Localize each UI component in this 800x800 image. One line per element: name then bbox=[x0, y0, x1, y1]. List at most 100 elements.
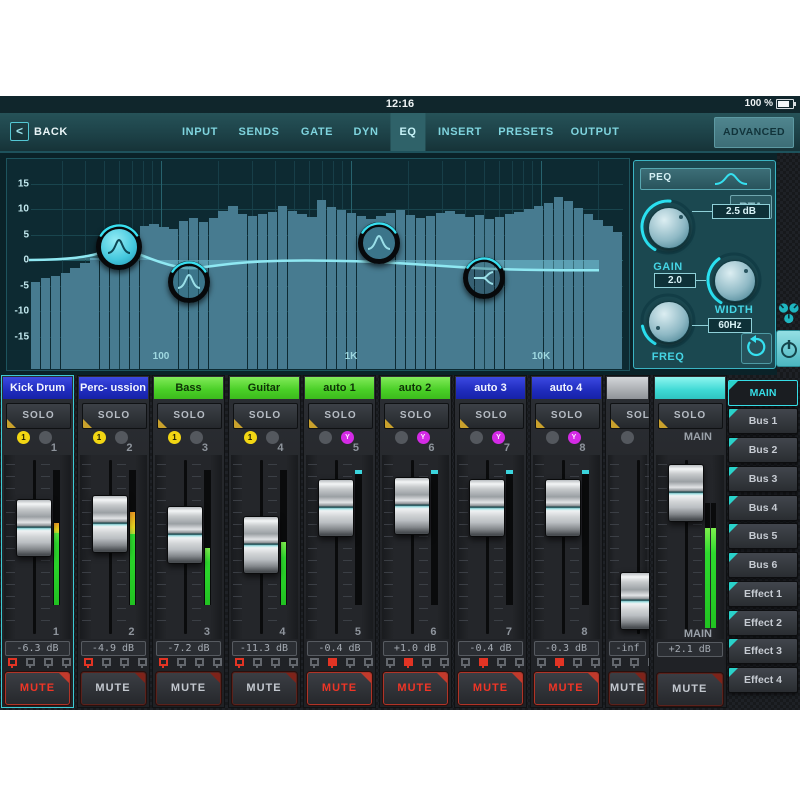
channel-name-label[interactable]: Perc- ussion bbox=[79, 377, 148, 399]
back-chevron-icon: < bbox=[10, 122, 29, 141]
eq-node-3[interactable] bbox=[358, 222, 400, 264]
fader-cap[interactable] bbox=[394, 477, 430, 535]
sidebar-item-bus-4[interactable]: Bus 4 bbox=[728, 495, 798, 521]
freq-knob[interactable] bbox=[639, 292, 697, 350]
freq-knob-face[interactable] bbox=[648, 301, 690, 343]
channel-name-label[interactable]: Kick Drum bbox=[3, 377, 72, 399]
mute-button[interactable]: MUTE bbox=[657, 673, 724, 706]
channel-name-label[interactable]: auto 1 bbox=[305, 377, 374, 399]
mute-button[interactable]: MUTE bbox=[232, 672, 297, 705]
gain-knob-face[interactable] bbox=[648, 207, 690, 249]
channel-name-label[interactable]: auto 2 bbox=[381, 377, 450, 399]
fader-cap[interactable] bbox=[167, 506, 203, 564]
tab-eq[interactable]: EQ bbox=[390, 113, 425, 151]
mute-button[interactable]: MUTE bbox=[156, 672, 221, 705]
advanced-button[interactable]: ADVANCED bbox=[714, 117, 794, 148]
solo-button[interactable]: SOLO bbox=[308, 403, 373, 429]
fader-cap[interactable] bbox=[620, 572, 650, 630]
back-button[interactable]: < BACK bbox=[10, 122, 68, 141]
mute-button[interactable]: MUTE bbox=[609, 672, 646, 705]
fader-cap[interactable] bbox=[318, 479, 354, 537]
meter-peak-segment bbox=[54, 523, 59, 533]
mini-knobs-button[interactable] bbox=[777, 301, 800, 327]
channel-name-label[interactable]: Bass bbox=[154, 377, 223, 399]
freq-value[interactable]: 60Hz bbox=[708, 318, 752, 333]
mute-button[interactable]: MUTE bbox=[307, 672, 372, 705]
sidebar-item-effect-1[interactable]: Effect 1 bbox=[728, 581, 798, 607]
sidebar-item-effect-4[interactable]: Effect 4 bbox=[728, 667, 798, 693]
power-button[interactable] bbox=[776, 330, 800, 367]
bus-assign-square bbox=[138, 658, 147, 666]
sidebar-item-bus-5[interactable]: Bus 5 bbox=[728, 523, 798, 549]
sidebar-item-effect-2[interactable]: Effect 2 bbox=[728, 610, 798, 636]
meter-peak-hold-tick bbox=[431, 470, 438, 474]
tab-input[interactable]: INPUT bbox=[173, 113, 227, 151]
mute-button[interactable]: MUTE bbox=[383, 672, 448, 705]
solo-button[interactable]: SOLO bbox=[384, 403, 449, 429]
fader-cap[interactable] bbox=[469, 479, 505, 537]
fader-cap[interactable] bbox=[545, 479, 581, 537]
channel-name-label[interactable] bbox=[655, 377, 726, 399]
back-label: BACK bbox=[34, 126, 68, 138]
channel-name-label[interactable] bbox=[607, 377, 648, 399]
eq-node-2[interactable] bbox=[168, 261, 210, 303]
solo-button[interactable]: SOLO bbox=[6, 403, 71, 429]
battery-icon bbox=[776, 99, 794, 109]
channel-name-label[interactable]: auto 4 bbox=[532, 377, 601, 399]
mute-button[interactable]: MUTE bbox=[458, 672, 523, 705]
bus-assign-square bbox=[213, 658, 222, 666]
eq-type-dropdown[interactable]: PEQ bbox=[640, 168, 771, 190]
tab-presets[interactable]: PRESETS bbox=[489, 113, 563, 151]
mute-button[interactable]: MUTE bbox=[5, 672, 70, 705]
reset-icon bbox=[742, 334, 769, 361]
width-label: WIDTH bbox=[715, 304, 754, 316]
eq-params-panel: PEQ RTA GAIN 2.5 dB WIDTH 2.0 bbox=[633, 160, 776, 369]
meter-peak-hold-tick bbox=[506, 470, 513, 474]
fader-cap[interactable] bbox=[92, 495, 128, 553]
solo-button[interactable]: SOLO bbox=[233, 403, 298, 429]
gray-indicator-dot bbox=[546, 431, 559, 444]
tab-dyn[interactable]: DYN bbox=[344, 113, 387, 151]
eq-node-1[interactable] bbox=[96, 224, 142, 270]
tab-sends[interactable]: SENDS bbox=[230, 113, 289, 151]
channel-strip: auto 3SOLOY77-0.4 dBMUTE bbox=[454, 375, 527, 708]
sidebar-item-bus-6[interactable]: Bus 6 bbox=[728, 552, 798, 578]
width-knob-face[interactable] bbox=[714, 260, 756, 302]
gain-label: GAIN bbox=[653, 261, 683, 273]
fader-cap[interactable] bbox=[668, 464, 704, 522]
freq-label: FREQ bbox=[652, 351, 685, 363]
reset-button[interactable] bbox=[741, 333, 772, 364]
bus-assign-square bbox=[84, 658, 93, 666]
channel-number-top: 2 bbox=[126, 442, 132, 454]
tab-gate[interactable]: GATE bbox=[292, 113, 342, 151]
fader-cap[interactable] bbox=[243, 516, 279, 574]
channel-name-label[interactable]: Guitar bbox=[230, 377, 299, 399]
tab-insert[interactable]: INSERT bbox=[429, 113, 491, 151]
solo-button[interactable]: SOLO bbox=[157, 403, 222, 429]
width-knob[interactable] bbox=[705, 251, 763, 309]
sidebar-item-bus-1[interactable]: Bus 1 bbox=[728, 408, 798, 434]
solo-button[interactable]: SOLO bbox=[459, 403, 524, 429]
channel-name-label[interactable]: auto 3 bbox=[456, 377, 525, 399]
mute-button[interactable]: MUTE bbox=[534, 672, 599, 705]
width-value[interactable]: 2.0 bbox=[654, 273, 696, 288]
gain-value[interactable]: 2.5 dB bbox=[712, 204, 770, 219]
sidebar-item-bus-3[interactable]: Bus 3 bbox=[728, 466, 798, 492]
fader-cap[interactable] bbox=[16, 499, 52, 557]
solo-button[interactable]: SOLO bbox=[610, 403, 650, 429]
solo-button[interactable]: SOLO bbox=[535, 403, 600, 429]
bus-assign-square bbox=[271, 658, 280, 666]
solo-button[interactable]: SOLO bbox=[658, 403, 723, 429]
eq-graph[interactable]: 151050-5-10-151001K10K bbox=[6, 158, 630, 371]
sidebar-item-bus-2[interactable]: Bus 2 bbox=[728, 437, 798, 463]
bus-assign-square bbox=[461, 658, 470, 666]
sidebar-item-main[interactable]: MAIN bbox=[728, 380, 798, 406]
eq-node-4[interactable] bbox=[463, 257, 505, 299]
sidebar-item-effect-3[interactable]: Effect 3 bbox=[728, 638, 798, 664]
gain-knob[interactable] bbox=[639, 198, 697, 256]
gray-indicator-dot bbox=[621, 431, 634, 444]
tab-output[interactable]: OUTPUT bbox=[562, 113, 629, 151]
solo-button[interactable]: SOLO bbox=[82, 403, 147, 429]
mute-button[interactable]: MUTE bbox=[81, 672, 146, 705]
bus-assign-square bbox=[346, 658, 355, 666]
